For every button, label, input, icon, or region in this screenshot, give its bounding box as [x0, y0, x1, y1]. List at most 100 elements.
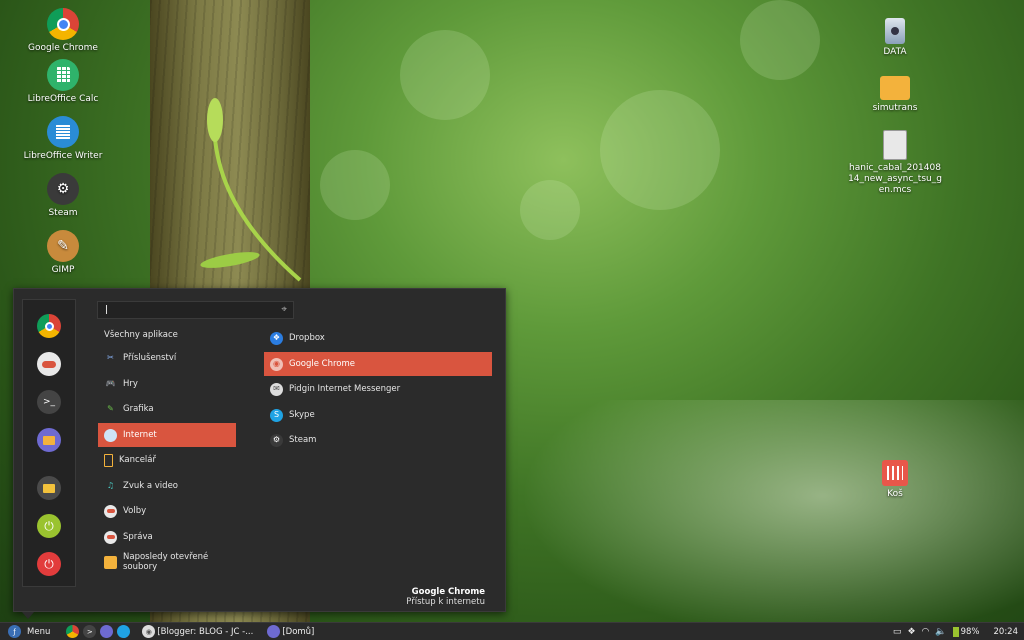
skype-icon: S	[270, 408, 283, 422]
clock[interactable]: 20:24	[994, 627, 1019, 637]
display-icon[interactable]: ▭	[893, 627, 902, 637]
chrome-icon	[47, 8, 79, 40]
gimp-icon: ✎	[47, 230, 79, 262]
office-icon	[104, 453, 113, 467]
battery-icon	[952, 627, 959, 637]
desktop-icon-label: LibreOffice Calc	[27, 94, 99, 104]
menu-logo-icon: ƒ	[8, 625, 21, 638]
chrome-icon[interactable]	[37, 314, 61, 338]
system-tray: ▭ ❖ ◠ 🔈 98% 20:24	[893, 623, 1018, 640]
search-input[interactable]: ⌖	[97, 301, 294, 319]
desktop-icon-label: LibreOffice Writer	[23, 151, 103, 161]
desktop-icon-gimp[interactable]: ✎ GIMP	[18, 230, 108, 276]
app-label: Dropbox	[289, 333, 325, 343]
desktop-icon-trash[interactable]: Koš	[850, 460, 940, 500]
category-all-apps[interactable]: Všechny aplikace	[98, 323, 236, 347]
app-dropbox[interactable]: ❖ Dropbox	[264, 326, 492, 350]
app-skype[interactable]: S Skype	[264, 403, 492, 427]
desktop-icon-data-drive[interactable]: DATA	[850, 18, 940, 58]
desktop-icon-writer[interactable]: LibreOffice Writer	[18, 116, 108, 162]
category-label: Naposledy otevřené soubory	[123, 552, 209, 572]
category-preferences[interactable]: Volby	[98, 499, 236, 523]
task-label: [Blogger: BLOG - JC -...	[157, 626, 254, 637]
steam-icon: ⚙	[47, 173, 79, 205]
category-graphics[interactable]: ✎ Grafika	[98, 397, 236, 421]
chrome-icon: ◉	[270, 357, 283, 371]
app-label: Steam	[289, 435, 317, 445]
app-description: Google Chrome Přístup k internetu	[406, 587, 485, 607]
app-label: Pidgin Internet Messenger	[289, 384, 401, 394]
task-home-folder[interactable]: [Domů]	[261, 624, 318, 640]
writer-icon	[47, 116, 79, 148]
desktop-icon-label: GIMP	[51, 265, 75, 275]
toggle-icon[interactable]	[37, 352, 61, 376]
app-pidgin[interactable]: ✉ Pidgin Internet Messenger	[264, 377, 492, 401]
wallpaper-bokeh	[740, 0, 820, 80]
category-accessories[interactable]: ✂ Příslušenství	[98, 346, 236, 370]
menu-button[interactable]: ƒ Menu	[0, 623, 50, 640]
folder-icon[interactable]	[100, 625, 114, 638]
logout-icon[interactable]: ⏻	[37, 514, 61, 538]
preferences-icon	[104, 504, 117, 518]
category-recent-files[interactable]: Naposledy otevřené soubory	[98, 550, 236, 574]
category-label: Všechny aplikace	[104, 330, 178, 340]
category-label: Internet	[123, 430, 157, 440]
games-icon: 🎮	[105, 379, 116, 388]
terminal-icon[interactable]: >	[83, 625, 97, 638]
desktop-icon-steam[interactable]: ⚙ Steam	[18, 173, 108, 219]
graphics-icon: ✎	[107, 404, 114, 413]
search-icon: ⌖	[281, 304, 287, 315]
chrome-icon[interactable]	[66, 625, 80, 638]
app-description-title: Google Chrome	[411, 587, 485, 597]
category-label: Hry	[123, 379, 138, 389]
application-menu: >_ ⏻ ⏻ ⌖ Všechny aplikace ✂ Příslušenstv…	[13, 288, 506, 612]
power-icon[interactable]: ⏻	[37, 552, 61, 576]
dropbox-icon[interactable]: ❖	[907, 627, 915, 637]
wallpaper-bokeh	[520, 180, 580, 240]
category-office[interactable]: Kancelář	[98, 448, 236, 472]
category-label: Kancelář	[119, 455, 156, 465]
wallpaper-sprout	[200, 98, 302, 282]
battery-indicator[interactable]: 98%	[952, 627, 980, 637]
wallpaper-bokeh	[320, 150, 390, 220]
task-label: [Domů]	[282, 626, 315, 637]
category-label: Příslušenství	[123, 353, 177, 363]
category-label: Správa	[123, 532, 153, 542]
menu-pointer	[22, 612, 34, 619]
wallpaper-bokeh	[400, 30, 490, 120]
wifi-icon[interactable]: ◠	[922, 627, 930, 637]
trash-icon	[882, 460, 908, 486]
category-label: Zvuk a video	[123, 481, 178, 491]
app-steam[interactable]: ⚙ Steam	[264, 428, 492, 452]
desktop-icon-simutrans[interactable]: simutrans	[850, 76, 940, 114]
music-icon: ♫	[106, 481, 115, 490]
terminal-icon[interactable]: >_	[37, 390, 61, 414]
menu-button-label: Menu	[27, 626, 51, 637]
folder-icon	[880, 76, 910, 100]
volume-icon[interactable]: 🔈	[935, 627, 946, 637]
monitor-icon[interactable]	[37, 476, 61, 500]
desktop-icon-label: Google Chrome	[28, 43, 98, 53]
internet-icon	[104, 428, 117, 442]
favorites-panel: >_ ⏻ ⏻	[22, 299, 76, 587]
category-administration[interactable]: Správa	[98, 525, 236, 549]
category-internet[interactable]: Internet	[98, 423, 236, 447]
accessories-icon: ✂	[107, 353, 114, 362]
app-label: Skype	[289, 410, 315, 420]
pidgin-icon[interactable]	[117, 625, 131, 638]
desktop-icon-label: DATA	[883, 47, 907, 57]
desktop-icon-calc[interactable]: LibreOffice Calc	[18, 59, 108, 105]
desktop-icon-chrome[interactable]: Google Chrome	[18, 8, 108, 54]
calc-icon	[47, 59, 79, 91]
desktop-icon-label: hanic_cabal_20140814_new_async_tsu_gen.m…	[848, 163, 942, 195]
battery-percent: 98%	[960, 627, 980, 637]
app-label: Google Chrome	[289, 359, 356, 369]
steam-icon: ⚙	[270, 433, 283, 447]
folder-icon[interactable]	[37, 428, 61, 452]
app-google-chrome[interactable]: ◉ Google Chrome	[264, 352, 492, 376]
category-sound-video[interactable]: ♫ Zvuk a video	[98, 474, 236, 498]
task-blogger[interactable]: ◉ [Blogger: BLOG - JC -...	[136, 624, 257, 640]
category-games[interactable]: 🎮 Hry	[98, 372, 236, 396]
desktop-icon-mcs-file[interactable]: hanic_cabal_20140814_new_async_tsu_gen.m…	[845, 130, 945, 196]
pidgin-icon: ✉	[270, 382, 283, 396]
